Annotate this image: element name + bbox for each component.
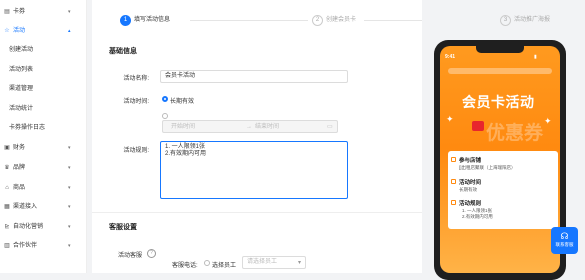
step-label: 创建会员卡 (326, 17, 357, 23)
activity-time-label: 活动时间: (123, 99, 149, 105)
card-icon: ▤ (4, 9, 10, 15)
step-1: 1 填写活动信息 (120, 13, 170, 27)
section-title-service: 客服设置 (109, 224, 137, 231)
sidebar-subitem-channel[interactable]: 渠道管理 (9, 82, 33, 96)
sidebar-item-brand[interactable]: ♛ 品牌 ▾ (0, 160, 86, 176)
marketing-icon: ⊵ (4, 224, 10, 230)
banner-title: 会员卡活动 (462, 94, 535, 110)
sidebar-item-label: 活动 (13, 28, 26, 34)
step-connector (190, 20, 308, 21)
step-label: 填写活动信息 (134, 17, 171, 23)
preview-nav-bar (448, 68, 552, 74)
preview-content-card: 参与店铺 []出租店聚联（上海瑞阳店） 活动时间 长期有效 活动规则 1. 一人… (448, 151, 558, 229)
activity-service-label: 活动客服 (117, 253, 142, 259)
question-circle-icon[interactable]: ? (147, 249, 156, 258)
sidebar-item-finance[interactable]: ▣ 财务 ▾ (0, 140, 86, 156)
sidebar-item-partner[interactable]: ▥ 合作伙伴 ▾ (0, 238, 86, 254)
sidebar-item-automation[interactable]: ⊵ 自动化营销 ▾ (0, 219, 86, 235)
preview-row-text: 长期有效 (459, 187, 477, 192)
chevron-down-icon: ▾ (68, 185, 71, 191)
chevron-up-icon: ▴ (68, 28, 71, 34)
activity-name-value: 会员卡活动 (165, 73, 196, 79)
date-range-input[interactable]: 开始时间 → 结束时间 ▭ (162, 120, 338, 133)
start-time-placeholder: 开始时间 (171, 124, 196, 130)
chevron-down-icon: ▾ (68, 9, 71, 15)
activity-rules-label: 活动规则: (123, 148, 149, 154)
sidebar-subitem-create[interactable]: 创建活动 (9, 43, 33, 57)
radio-custom-time[interactable] (162, 113, 168, 119)
sidebar-item-label: 自动化营销 (13, 224, 44, 230)
headset-icon: ☊ (560, 231, 569, 241)
wallet-icon: ▣ (4, 145, 10, 151)
battery-icon: ▮ (534, 54, 537, 60)
radio-select-staff-label: 选择员工 (212, 263, 237, 269)
sidebar-item-card[interactable]: ▤ 卡券 ▾ (0, 4, 86, 20)
sidebar-item-label: 渠道接入 (13, 204, 38, 210)
store-icon: ⌂ (5, 185, 9, 191)
sidebar-item-activity[interactable]: ☆ 活动 ▴ (0, 23, 86, 39)
chevron-down-icon: ▾ (68, 204, 71, 210)
step-number: 2 (312, 14, 323, 26)
radio-long-term-label: 长期有效 (170, 99, 195, 105)
sidebar-item-label: 品牌 (13, 165, 26, 171)
service-phone-label: 客服电话: (172, 263, 198, 269)
staff-select[interactable]: 请选择员工 ▾ (242, 256, 306, 269)
store-icon (451, 157, 456, 162)
sidebar-item-label: 卡券 (13, 9, 26, 15)
calendar-icon: ▭ (327, 124, 333, 130)
activity-name-input[interactable]: 会员卡活动 (160, 70, 348, 83)
preview-row-title: 参与店铺 (459, 158, 482, 164)
sparkle-icon: ✦ (446, 114, 454, 124)
phone-notch (476, 46, 524, 53)
preview-row-text: 1. 一人限领1张 2.有效期内可用 (462, 208, 493, 219)
sidebar-subitem-log[interactable]: 卡券操作日志 (9, 121, 45, 135)
activity-name-label: 活动名称: (123, 76, 149, 82)
sidebar-item-label: 财务 (13, 145, 26, 151)
sidebar-subitem-stats[interactable]: 活动统计 (9, 102, 33, 116)
chevron-down-icon: ▾ (297, 260, 301, 266)
sidebar-item-goods[interactable]: ⌂ 商品 ▾ (0, 180, 86, 196)
red-envelope-icon (472, 121, 484, 131)
chevron-down-icon: ▾ (68, 224, 71, 230)
crown-icon: ♛ (4, 165, 10, 171)
preview-row-title: 活动规则 (459, 201, 482, 207)
arrow-right-icon: → (246, 124, 252, 130)
sidebar-item-label: 商品 (13, 185, 26, 191)
step-2: 2 创建会员卡 (312, 13, 356, 27)
banner-watermark: 优惠券 (486, 123, 544, 144)
sidebar: ▤ 卡券 ▾ ☆ 活动 ▴ 创建活动 活动列表 渠道管理 活动统计 卡券操作日志… (0, 0, 87, 273)
radio-select-staff[interactable] (204, 260, 210, 266)
activity-rules-textarea[interactable]: 1. 一人限领1张 2.有效期内可用 (160, 141, 348, 199)
section-title-basic: 基础信息 (109, 48, 137, 55)
sidebar-subitem-list[interactable]: 活动列表 (9, 63, 33, 77)
preview-row-text: []出租店聚联（上海瑞阳店） (459, 165, 516, 170)
star-icon: ☆ (4, 28, 10, 34)
contact-service-label: 联系客服 (555, 242, 574, 247)
chevron-down-icon: ▾ (68, 145, 71, 151)
partner-icon: ▥ (4, 243, 10, 249)
clock-icon (451, 179, 456, 184)
contact-service-button[interactable]: ☊ 联系客服 (551, 227, 578, 254)
rules-icon (451, 200, 456, 205)
step-label: 活动推广海报 (514, 17, 551, 23)
chevron-down-icon: ▾ (68, 165, 71, 171)
section-divider (92, 212, 422, 213)
sparkle-icon: ✦ (544, 116, 552, 126)
status-time: 9:41 (445, 54, 456, 60)
step-number: 1 (120, 14, 131, 26)
chevron-down-icon: ▾ (68, 243, 71, 249)
end-time-placeholder: 结束时间 (255, 124, 280, 130)
staff-select-placeholder: 请选择员工 (247, 259, 278, 265)
channel-icon: ▦ (4, 204, 10, 210)
sidebar-item-label: 合作伙伴 (13, 243, 38, 249)
form-panel: 1 填写活动信息 2 创建会员卡 基础信息 活动名称: 会员卡活动 活动时间: 长期… (92, 0, 498, 273)
preview-row-title: 活动时间 (459, 180, 482, 186)
sidebar-item-channel-access[interactable]: ▦ 渠道接入 ▾ (0, 199, 86, 215)
step-3: 3 活动推广海报 (500, 13, 550, 27)
step-number: 3 (500, 14, 511, 26)
radio-long-term[interactable] (162, 96, 168, 102)
